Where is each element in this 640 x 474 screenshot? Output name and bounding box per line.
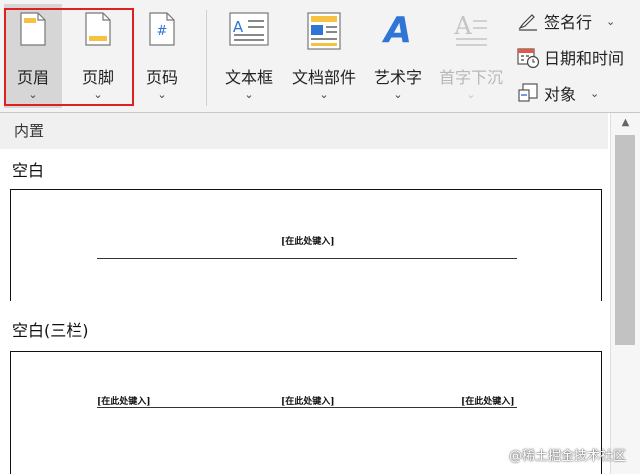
wordart-glyph: A bbox=[381, 10, 412, 48]
chevron-down-icon: ⌄ bbox=[590, 86, 600, 100]
insert-ribbon: 页眉 ⌄ 页脚 ⌄ # 页码 ⌄ A 文本框 ⌄ 文档部件 ⌄ A 艺术字 ⌄ … bbox=[0, 0, 640, 112]
date-time-button[interactable]: 日期和时间 bbox=[516, 44, 624, 70]
chevron-down-icon: ⌄ bbox=[93, 88, 103, 101]
placeholder-text: [在此处键入] bbox=[281, 237, 335, 247]
text-box-button[interactable]: A 文本框 ⌄ bbox=[218, 4, 280, 108]
signature-pen-icon bbox=[516, 11, 540, 31]
wordart-button[interactable]: A 艺术字 ⌄ bbox=[368, 4, 428, 108]
footer-button[interactable]: 页脚 ⌄ bbox=[66, 4, 130, 108]
text-box-icon: A bbox=[229, 12, 269, 50]
header-gallery: 内置 空白 [在此处键入] 空白(三栏) [在此处键入] [在此处键入] [在此… bbox=[0, 113, 640, 474]
signature-line-button[interactable]: 签名行 ⌄ bbox=[516, 8, 615, 34]
chevron-down-icon: ⌄ bbox=[244, 88, 254, 101]
watermark: @稀土掘金技术社区 bbox=[508, 449, 626, 464]
page-number-button[interactable]: # 页码 ⌄ bbox=[138, 4, 186, 108]
wordart-label: 艺术字 bbox=[373, 68, 422, 87]
chevron-down-icon: ⌄ bbox=[466, 88, 476, 101]
a-glyph: A bbox=[233, 18, 244, 36]
signature-label: 签名行 bbox=[544, 13, 593, 32]
placeholder-text-right: [在此处键入] bbox=[461, 397, 515, 407]
chevron-down-icon: ⌄ bbox=[157, 88, 167, 101]
footer-page-icon bbox=[85, 12, 111, 50]
doc-parts-icon bbox=[307, 12, 341, 54]
chevron-down-icon: ⌄ bbox=[606, 14, 616, 28]
gallery-item-title: 空白(三栏) bbox=[12, 321, 89, 340]
chevron-down-icon: ⌄ bbox=[28, 88, 38, 101]
header-rule bbox=[97, 407, 517, 408]
header-page-icon bbox=[20, 12, 46, 50]
drop-cap-label: 首字下沉 bbox=[438, 68, 503, 87]
drop-cap-button[interactable]: A 首字下沉 ⌄ bbox=[432, 4, 510, 108]
gallery-item-title: 空白 bbox=[12, 161, 45, 180]
gallery-item-blank[interactable]: [在此处键入] bbox=[10, 189, 602, 301]
gallery-category-header: 内置 bbox=[0, 113, 608, 149]
header-button[interactable]: 页眉 ⌄ bbox=[4, 4, 62, 108]
text-box-label: 文本框 bbox=[224, 68, 273, 87]
date-time-label: 日期和时间 bbox=[544, 49, 625, 68]
drop-cap-glyph: A bbox=[454, 12, 472, 40]
page-number-icon: # bbox=[149, 12, 175, 50]
scroll-thumb[interactable] bbox=[615, 135, 635, 345]
calendar-clock-icon bbox=[516, 46, 540, 68]
chevron-down-icon: ⌄ bbox=[319, 88, 329, 101]
doc-parts-label: 文档部件 bbox=[291, 68, 356, 87]
drop-cap-icon: A bbox=[453, 12, 488, 54]
object-label: 对象 bbox=[544, 85, 577, 104]
object-button[interactable]: 对象 ⌄ bbox=[516, 80, 599, 106]
hash-glyph: # bbox=[157, 24, 168, 39]
header-rule bbox=[97, 258, 517, 259]
chevron-down-icon: ⌄ bbox=[393, 88, 403, 101]
header-label: 页眉 bbox=[16, 68, 49, 87]
doc-parts-button[interactable]: 文档部件 ⌄ bbox=[286, 4, 362, 108]
placeholder-text-center: [在此处键入] bbox=[281, 397, 335, 407]
footer-label: 页脚 bbox=[81, 68, 114, 87]
scroll-up-icon[interactable]: ▲ bbox=[611, 117, 640, 128]
page-number-label: 页码 bbox=[145, 68, 178, 87]
wordart-icon: A bbox=[380, 8, 416, 52]
gallery-scrollbar[interactable]: ▲ bbox=[610, 113, 640, 474]
ribbon-separator bbox=[206, 10, 207, 106]
placeholder-text-left: [在此处键入] bbox=[97, 397, 151, 407]
object-icon bbox=[516, 82, 540, 104]
